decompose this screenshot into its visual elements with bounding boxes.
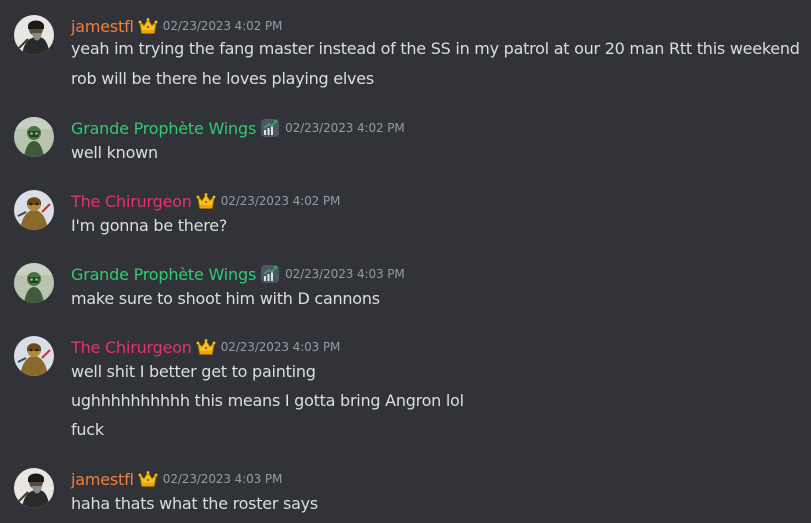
avatar-jamestfl[interactable] [14, 15, 54, 55]
message-text: haha thats what the roster says [71, 494, 318, 513]
trophy-chart-icon[interactable] [260, 118, 280, 138]
message-text: yeah im trying the fang master instead o… [71, 39, 800, 58]
avatar-the-chirurgeon[interactable] [14, 190, 54, 230]
message-text: ughhhhhhhhhh this means I gotta bring An… [71, 391, 464, 410]
message-text: rob will be there he loves playing elves [71, 69, 374, 88]
avatar-jamestfl[interactable] [14, 468, 54, 508]
message-text: well known [71, 143, 158, 162]
message-header: jamestfl 02/23/2023 4:02 PM [71, 15, 282, 37]
username[interactable]: jamestfl [71, 17, 134, 36]
trophy-chart-icon[interactable] [260, 264, 280, 284]
username[interactable]: Grande Prophète Wings [71, 265, 256, 284]
timestamp: 02/23/2023 4:03 PM [285, 267, 405, 281]
timestamp: 02/23/2023 4:03 PM [162, 472, 283, 486]
crown-icon[interactable] [196, 337, 216, 357]
username[interactable]: Grande Prophète Wings [71, 119, 256, 138]
message-header: The Chirurgeon 02/23/2023 4:02 PM [71, 190, 340, 212]
username[interactable]: jamestfl [71, 470, 134, 489]
crown-icon[interactable] [196, 191, 216, 211]
timestamp: 02/23/2023 4:02 PM [220, 194, 341, 208]
message-text: I'm gonna be there? [71, 216, 228, 235]
message-text: make sure to shoot him with D cannons [71, 289, 380, 308]
timestamp: 02/23/2023 4:03 PM [220, 340, 341, 354]
crown-icon[interactable] [138, 16, 158, 36]
timestamp: 02/23/2023 4:02 PM [285, 121, 405, 135]
crown-icon[interactable] [138, 469, 158, 489]
message-header: jamestfl 02/23/2023 4:03 PM [71, 468, 282, 490]
avatar-grande-prophete-wings[interactable] [14, 263, 54, 303]
avatar-grande-prophete-wings[interactable] [14, 117, 54, 157]
username[interactable]: The Chirurgeon [71, 192, 192, 211]
message-header: Grande Prophète Wings 02/23/2023 4:02 PM [71, 117, 405, 139]
message-header: The Chirurgeon 02/23/2023 4:03 PM [71, 336, 340, 358]
message-text: fuck [71, 420, 104, 439]
message-header: Grande Prophète Wings 02/23/2023 4:03 PM [71, 263, 405, 285]
chat-messages-pane[interactable]: jamestfl 02/23/2023 4:02 PM yeah im tryi… [0, 0, 811, 523]
avatar-the-chirurgeon[interactable] [14, 336, 54, 376]
message-text: well shit I better get to painting [71, 362, 316, 381]
timestamp: 02/23/2023 4:02 PM [162, 19, 283, 33]
username[interactable]: The Chirurgeon [71, 338, 192, 357]
